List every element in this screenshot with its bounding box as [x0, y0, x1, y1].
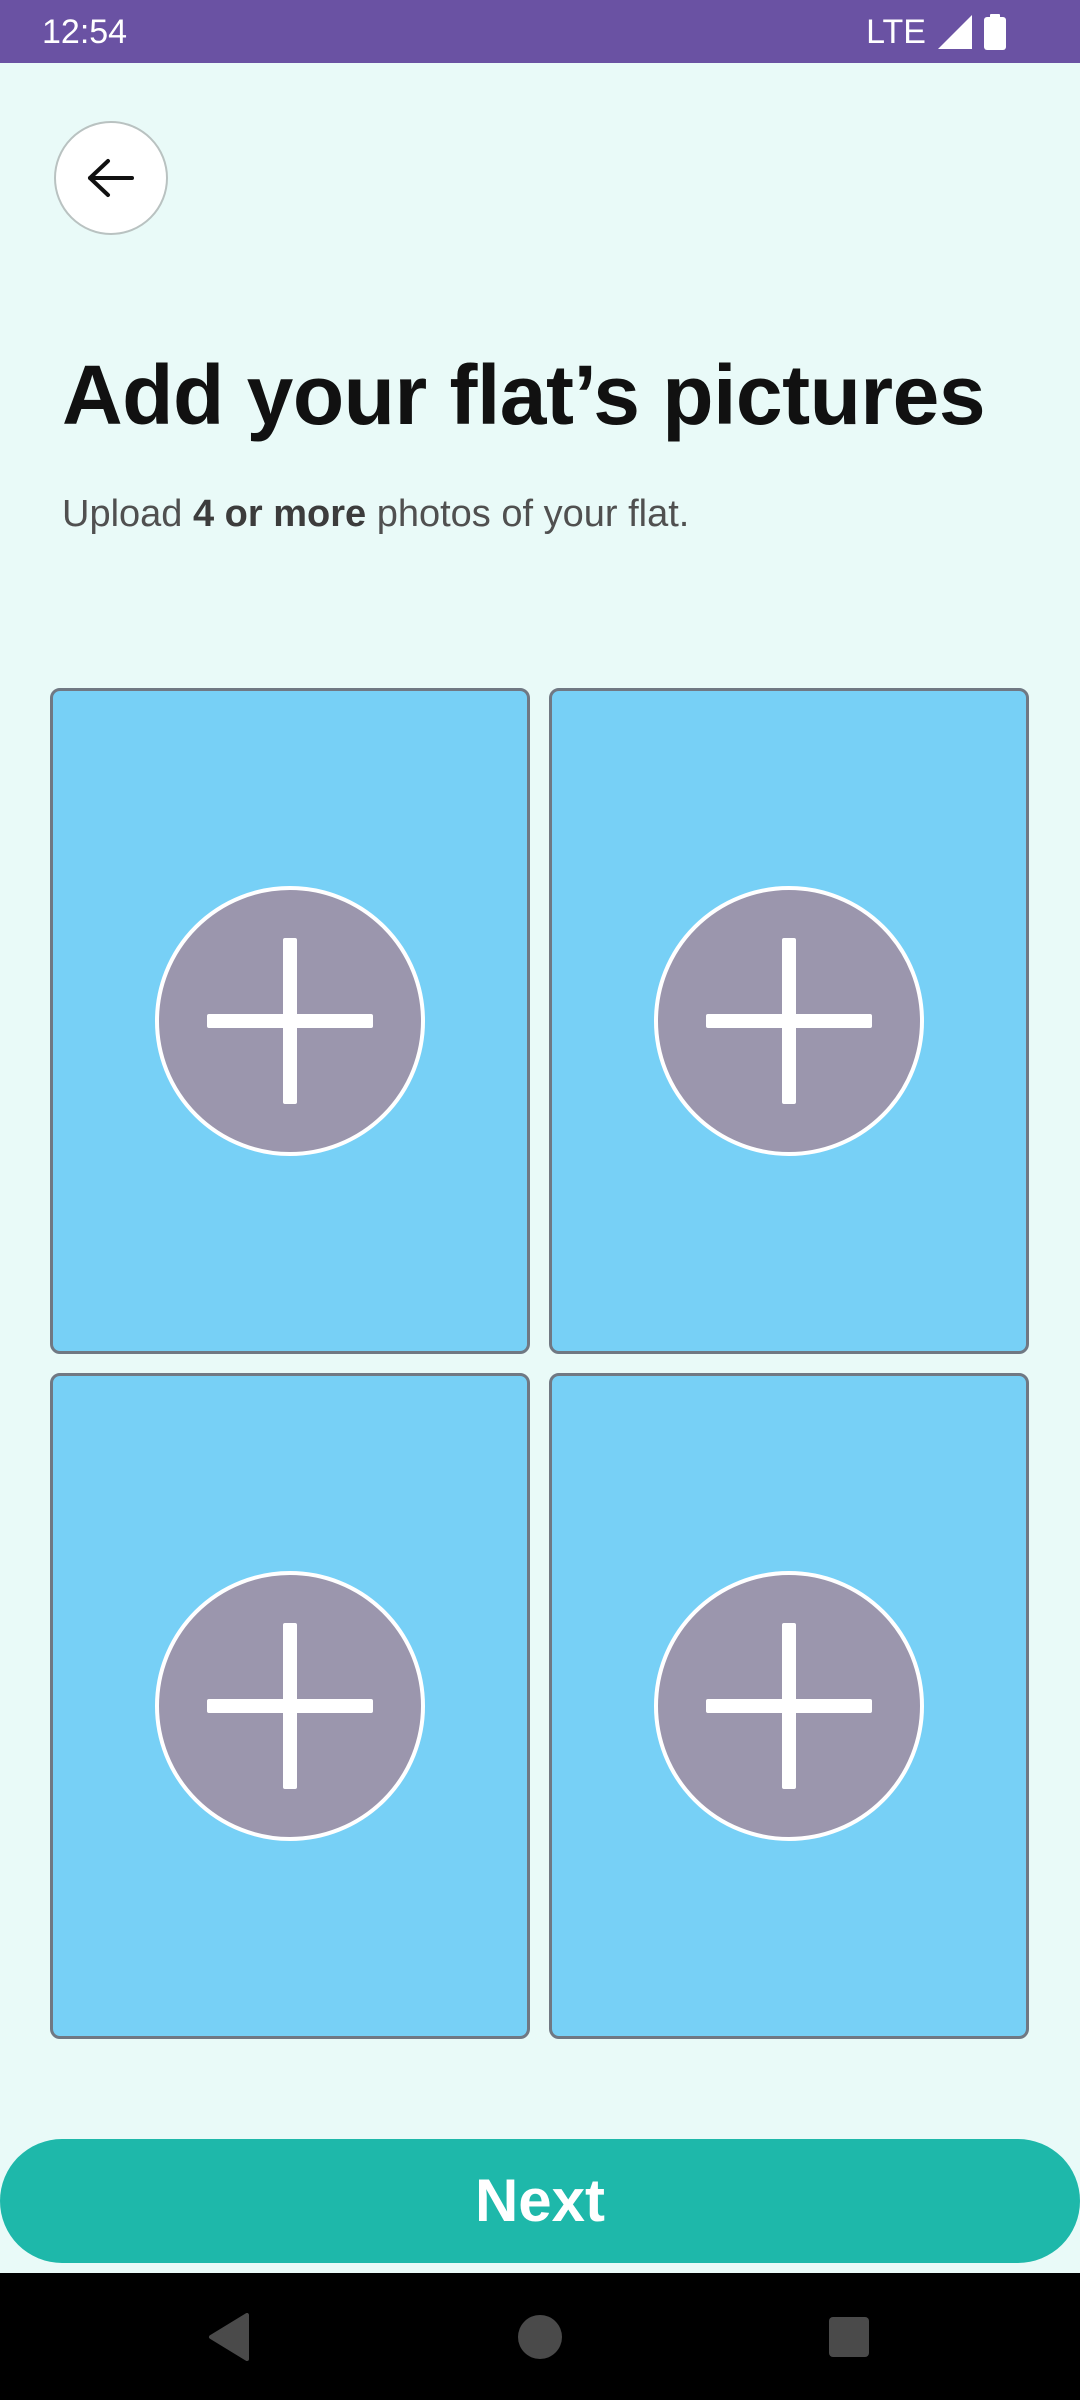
- page-title: Add your flat’s pictures: [62, 348, 986, 442]
- nav-back-button[interactable]: [159, 2273, 299, 2400]
- add-photo-button[interactable]: [654, 886, 924, 1156]
- subtitle-prefix: Upload: [62, 493, 193, 535]
- system-nav-bar: [0, 2273, 1080, 2400]
- photo-slot-3[interactable]: [50, 1373, 530, 2039]
- add-photo-button[interactable]: [155, 1571, 425, 1841]
- battery-icon: [984, 14, 1006, 50]
- signal-icon: [938, 15, 972, 49]
- nav-home-button[interactable]: [470, 2273, 610, 2400]
- subtitle-bold: 4 or more: [192, 493, 367, 535]
- nav-recents-button[interactable]: [779, 2273, 919, 2400]
- next-button[interactable]: Next: [0, 2139, 1080, 2263]
- add-photo-button[interactable]: [654, 1571, 924, 1841]
- nav-home-icon: [518, 2314, 562, 2359]
- plus-icon: [706, 1623, 872, 1789]
- nav-back-icon: [209, 2312, 249, 2361]
- photo-slot-1[interactable]: [50, 688, 530, 1354]
- network-type: LTE: [866, 13, 926, 51]
- photo-slot-2[interactable]: [549, 688, 1029, 1354]
- plus-icon: [706, 938, 872, 1104]
- plus-icon: [207, 938, 373, 1104]
- nav-recents-icon: [829, 2316, 869, 2357]
- photo-slot-4[interactable]: [549, 1373, 1029, 2039]
- page-subtitle: Upload 4 or more photos of your flat.: [62, 484, 689, 544]
- subtitle-suffix: photos of your flat.: [366, 493, 690, 535]
- plus-icon: [207, 1623, 373, 1789]
- status-indicators: LTE: [866, 10, 1006, 54]
- status-bar: 12:54 LTE: [0, 0, 1080, 63]
- arrow-left-icon: [88, 159, 134, 197]
- back-button[interactable]: [54, 121, 168, 235]
- add-photo-button[interactable]: [155, 886, 425, 1156]
- status-time: 12:54: [42, 13, 128, 51]
